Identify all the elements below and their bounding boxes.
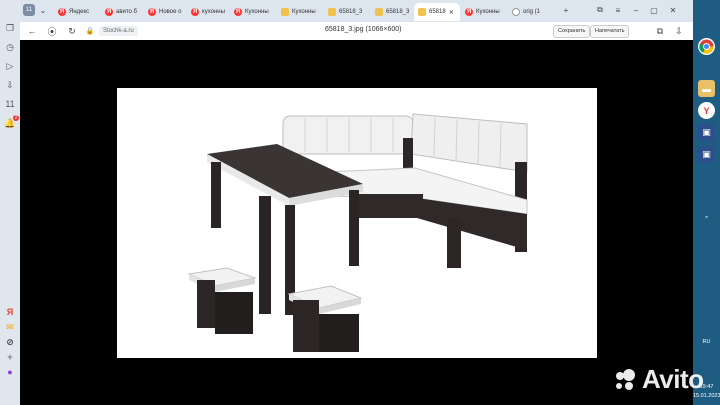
folder-icon[interactable]: ▬ <box>698 80 715 97</box>
mail-icon[interactable]: ✉ <box>4 321 16 333</box>
close-window-icon[interactable]: ✕ <box>667 4 679 16</box>
image-favicon-icon <box>281 8 289 16</box>
page-title: 65818_3.jpg (1066×600) <box>325 26 402 33</box>
tab-label: Яндекс <box>69 9 90 15</box>
tray-chevron-icon[interactable]: ⌃ <box>693 215 720 223</box>
kitchen-corner-set-image <box>187 113 528 352</box>
yandex-favicon-icon: Я <box>234 8 242 16</box>
browser-tab[interactable]: Яавито б <box>101 3 143 21</box>
browser-tab[interactable]: 65818_3 <box>371 3 413 21</box>
tab-bar: 11 ⌄ Я Яндекс Яавито б Я Новое о Якухонны Я Кух… <box>20 0 693 22</box>
bookmark-manager-icon[interactable]: ⧉ <box>594 4 606 16</box>
play-icon[interactable]: ▷ <box>4 60 16 72</box>
browser-tab[interactable]: Я Яндекс <box>54 3 100 21</box>
page-favicon-icon <box>512 8 520 16</box>
downloads-icon[interactable]: ⇩ <box>673 25 685 37</box>
chrome-icon[interactable] <box>698 38 715 55</box>
yandex-favicon-icon: Я <box>465 8 473 16</box>
notification-badge: 2 <box>13 115 19 121</box>
tab-label: Кухонны <box>245 9 269 15</box>
browser-tab[interactable]: Я Новое о <box>144 3 186 21</box>
yandex-favicon-icon: Я <box>191 8 199 16</box>
download-icon[interactable]: ⇩ <box>4 79 16 91</box>
speed-icon[interactable]: ⊘ <box>4 336 16 348</box>
tab-label: Новое о <box>159 9 182 15</box>
tab-label: 65818_3 <box>339 9 363 15</box>
layers-icon[interactable]: ❐ <box>4 22 16 34</box>
lock-icon[interactable]: 🔒 <box>84 25 96 37</box>
tab-label: orig (1 <box>523 9 541 15</box>
avito-brand-text: Avito <box>642 364 704 394</box>
image-favicon-icon <box>375 8 383 16</box>
print-button[interactable]: Напечатать <box>590 25 630 38</box>
tab-label: Кухонны <box>292 9 316 15</box>
tab-counter: 11 <box>25 7 33 13</box>
browser-tab[interactable]: orig (1 <box>508 3 550 21</box>
page-viewport <box>20 40 693 405</box>
tab-label: Кухонны <box>476 9 500 15</box>
tab-label: авито б <box>116 9 137 15</box>
browser-tab[interactable]: 65818_3 <box>324 3 370 21</box>
browser-tab[interactable]: Я Кухонны <box>230 3 276 21</box>
browser-tab[interactable]: Я Кухонны <box>461 3 507 21</box>
clock-icon[interactable]: ◷ <box>4 41 16 53</box>
tab-counter-button[interactable]: 11 <box>23 4 35 16</box>
browser-window: 11 ⌄ Я Яндекс Яавито б Я Новое о Якухонны Я Кух… <box>20 0 693 405</box>
address-bar: ← ⦿ ↻ 🔒 Stochk-a.ru 65818_3.jpg (1066×60… <box>20 22 693 41</box>
yandex-home-icon[interactable]: ⦿ <box>46 25 58 37</box>
language-indicator[interactable]: RU <box>693 339 720 345</box>
tab-label: 65818_3 <box>386 9 410 15</box>
browser-tab[interactable]: Кухонны <box>277 3 323 21</box>
back-arrow-icon[interactable]: ← <box>26 25 38 37</box>
yandex-favicon-icon: Я <box>105 8 113 16</box>
yandex-favicon-icon: Я <box>58 8 66 16</box>
bell-icon[interactable]: 🔔 2 <box>4 115 19 129</box>
yandex-browser-icon[interactable]: Y <box>698 102 715 119</box>
furniture-photo[interactable] <box>117 88 597 358</box>
windows-taskbar: ▬ Y ▣ ▣ ⌃ RU 19:47 15.01.2023 <box>693 0 720 405</box>
remote-desktop-icon-2[interactable]: ▣ <box>698 146 715 163</box>
image-favicon-icon <box>418 8 426 16</box>
remote-desktop-icon[interactable]: ▣ <box>698 124 715 141</box>
image-favicon-icon <box>328 8 336 16</box>
browser-tab[interactable]: Якухонны <box>187 3 229 21</box>
avito-watermark: Avito <box>612 364 704 395</box>
reader-mode-icon[interactable]: ⧉ <box>654 25 666 37</box>
yandex-favicon-icon: Я <box>148 8 156 16</box>
minimize-icon[interactable]: – <box>630 4 642 16</box>
maximize-icon[interactable]: ▢ <box>648 4 660 16</box>
save-button[interactable]: Сохранить <box>553 25 591 38</box>
browser-tab[interactable]: 65818 ✕ <box>414 3 460 21</box>
browser-side-panel: ❐ ◷ ▷ ⇩ 11 🔔 2 Я ✉ ⊘ + ● <box>0 0 20 405</box>
reload-icon[interactable]: ↻ <box>66 25 78 37</box>
tab-label: 65818 <box>429 9 446 15</box>
alice-icon[interactable]: ● <box>4 366 16 378</box>
chevron-down-icon[interactable]: ⌄ <box>37 4 49 16</box>
calendar-icon[interactable]: 11 <box>4 98 16 110</box>
yandex-icon[interactable]: Я <box>4 306 16 318</box>
tab-label: кухонны <box>202 9 225 15</box>
avito-logo-icon <box>616 368 635 390</box>
plus-icon[interactable]: + <box>4 351 16 363</box>
url-field[interactable]: Stochk-a.ru <box>99 26 138 36</box>
menu-icon[interactable]: ≡ <box>612 4 624 16</box>
new-tab-plus-icon[interactable]: + <box>560 4 572 16</box>
tab-close-icon[interactable]: ✕ <box>449 9 454 16</box>
